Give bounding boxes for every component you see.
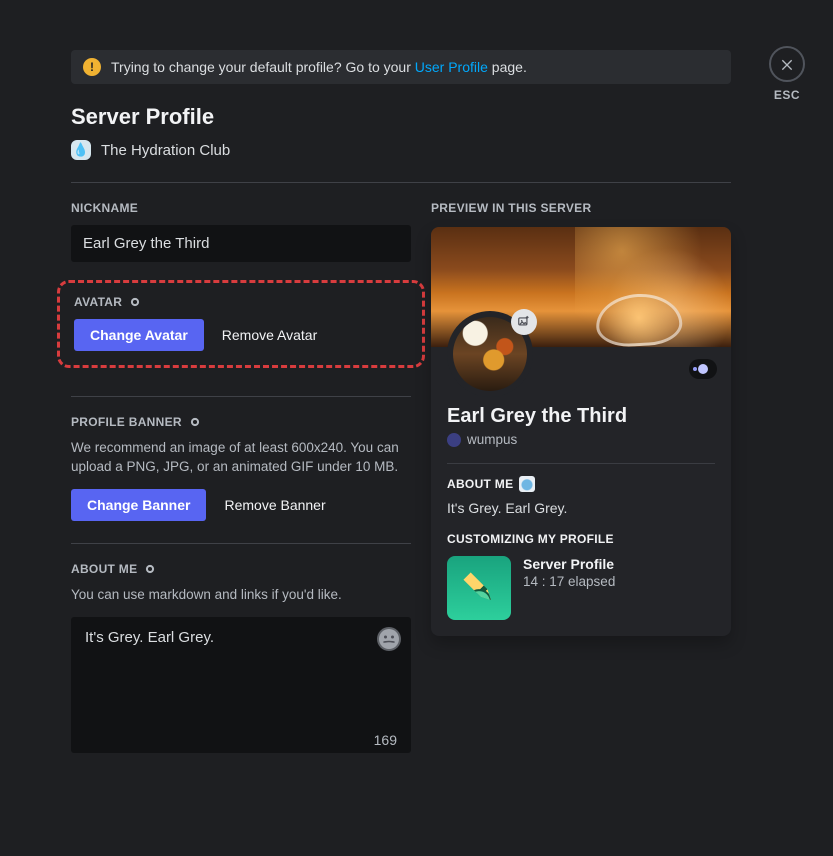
page-title: Server Profile bbox=[71, 104, 731, 130]
activity-icon bbox=[447, 556, 511, 620]
info-text-post: page. bbox=[492, 59, 527, 75]
char-remaining: 169 bbox=[374, 732, 397, 748]
remove-banner-button[interactable]: Remove Banner bbox=[224, 497, 325, 513]
nickname-input[interactable] bbox=[71, 225, 411, 262]
preview-label: PREVIEW IN THIS SERVER bbox=[431, 201, 731, 215]
about-label: ABOUT ME bbox=[71, 562, 411, 576]
divider bbox=[447, 463, 715, 464]
banner-label: PROFILE BANNER bbox=[71, 415, 411, 429]
server-name: The Hydration Club bbox=[101, 142, 230, 159]
divider bbox=[71, 543, 411, 544]
nitro-icon bbox=[188, 415, 202, 429]
profile-preview-card: Earl Grey the Third wumpus ABOUT ME It's… bbox=[431, 227, 731, 636]
bot-icon bbox=[447, 433, 461, 447]
wave-icon bbox=[519, 476, 535, 492]
divider bbox=[71, 182, 731, 183]
activity-title: Server Profile bbox=[523, 556, 615, 572]
preview-display-name: Earl Grey the Third bbox=[447, 405, 715, 428]
nickname-label: NICKNAME bbox=[71, 201, 411, 215]
image-plus-icon bbox=[517, 315, 531, 329]
emoji-picker-button[interactable] bbox=[377, 627, 401, 651]
pencil-icon bbox=[455, 564, 503, 612]
preview-about-value: It's Grey. Earl Grey. bbox=[447, 500, 715, 516]
emoji-icon bbox=[377, 627, 401, 651]
preview-about-label: ABOUT ME bbox=[447, 476, 715, 492]
edit-avatar-button[interactable] bbox=[511, 309, 537, 335]
user-profile-link[interactable]: User Profile bbox=[415, 59, 488, 75]
warning-icon: ! bbox=[83, 58, 101, 76]
close-button[interactable] bbox=[769, 46, 805, 82]
nitro-badge-icon bbox=[689, 359, 717, 379]
nitro-icon bbox=[143, 562, 157, 576]
info-text-pre: Trying to change your default profile? G… bbox=[111, 59, 415, 75]
remove-avatar-button[interactable]: Remove Avatar bbox=[222, 327, 317, 343]
divider bbox=[71, 396, 411, 397]
info-bar: ! Trying to change your default profile?… bbox=[71, 50, 731, 84]
change-avatar-button[interactable]: Change Avatar bbox=[74, 319, 204, 351]
avatar-label: AVATAR bbox=[74, 295, 408, 309]
nitro-icon bbox=[128, 295, 142, 309]
avatar-section-highlight: AVATAR Change Avatar Remove Avatar bbox=[57, 280, 425, 368]
about-hint: You can use markdown and links if you'd … bbox=[71, 586, 411, 605]
server-icon: 💧 bbox=[71, 140, 91, 160]
close-icon bbox=[779, 56, 795, 72]
banner-hint: We recommend an image of at least 600x24… bbox=[71, 439, 411, 477]
change-banner-button[interactable]: Change Banner bbox=[71, 489, 206, 521]
preview-handle: wumpus bbox=[467, 432, 517, 447]
about-me-input[interactable] bbox=[71, 617, 411, 753]
esc-label: ESC bbox=[769, 88, 805, 102]
activity-time: 14 : 17 elapsed bbox=[523, 574, 615, 589]
preview-activity-label: CUSTOMIZING MY PROFILE bbox=[447, 532, 715, 546]
